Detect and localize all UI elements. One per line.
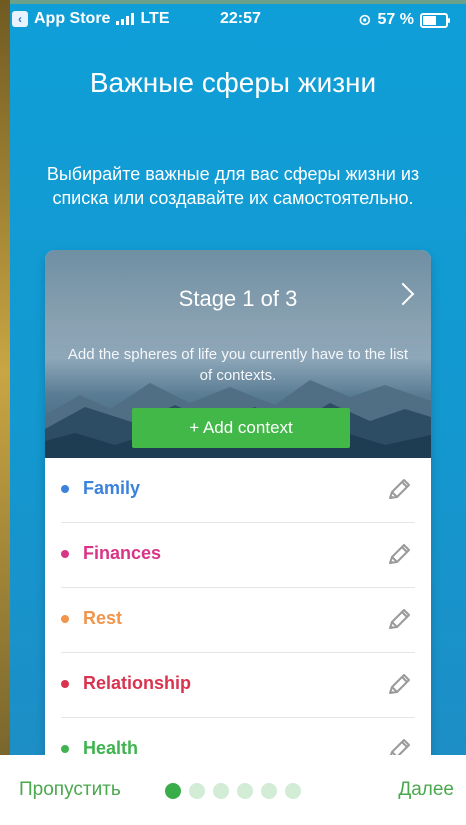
page-dot[interactable]: [165, 783, 181, 799]
status-time: 22:57: [220, 10, 261, 27]
network-label: LTE: [140, 10, 170, 27]
context-label: Rest: [83, 608, 123, 628]
page-title: Важные сферы жизни: [89, 67, 377, 98]
context-label: Family: [83, 478, 141, 498]
contexts-card: Stage 1 of 3 Add the spheres of life you…: [45, 250, 431, 780]
add-context-button[interactable]: + Add context: [132, 408, 350, 448]
color-dot: [61, 485, 69, 493]
back-arrow-icon[interactable]: ‹: [12, 11, 28, 27]
orientation-lock-icon: ⊙: [358, 12, 372, 29]
left-background-strip: [0, 0, 10, 825]
skip-button[interactable]: Пропустить: [19, 779, 121, 801]
card-hero: Stage 1 of 3 Add the spheres of life you…: [45, 250, 431, 458]
page-dot[interactable]: [285, 783, 301, 799]
list-item[interactable]: Relationship: [61, 653, 415, 718]
carrier-label: App Store: [34, 10, 111, 27]
list-item[interactable]: Finances: [61, 523, 415, 588]
edit-icon[interactable]: [385, 541, 413, 569]
stage-hint: Add the spheres of life you currently ha…: [67, 346, 409, 384]
color-dot: [61, 615, 69, 623]
signal-icon: [116, 13, 135, 25]
page-subtitle: Выбирайте важные для вас сферы жизни из …: [46, 164, 420, 208]
page-indicator: [165, 783, 301, 799]
list-item[interactable]: Rest: [61, 588, 415, 653]
battery-icon: [420, 12, 450, 28]
status-bar: ‹ App Store LTE 22:57 ⊙ 57 %: [0, 0, 466, 38]
battery-fill: [423, 15, 436, 25]
status-left: ‹ App Store LTE: [12, 10, 169, 28]
page-dot[interactable]: [189, 783, 205, 799]
context-label: Finances: [83, 543, 162, 563]
bottom-navigation: Пропустить Далее: [0, 755, 466, 825]
status-right: ⊙ 57 %: [358, 10, 450, 30]
page-dot[interactable]: [213, 783, 229, 799]
edit-icon[interactable]: [385, 476, 413, 504]
color-dot: [61, 745, 69, 753]
edit-icon[interactable]: [385, 671, 413, 699]
edit-icon[interactable]: [385, 606, 413, 634]
battery-percent: 57 %: [377, 11, 414, 28]
color-dot: [61, 550, 69, 558]
context-list: Family Finances Rest Relationship Health: [45, 458, 431, 780]
next-button[interactable]: Далее: [398, 779, 454, 801]
page-dot[interactable]: [237, 783, 253, 799]
context-label: Relationship: [83, 673, 192, 693]
color-dot: [61, 680, 69, 688]
list-item[interactable]: Family: [61, 458, 415, 523]
stage-indicator: Stage 1 of 3: [178, 286, 298, 311]
page-dot[interactable]: [261, 783, 277, 799]
